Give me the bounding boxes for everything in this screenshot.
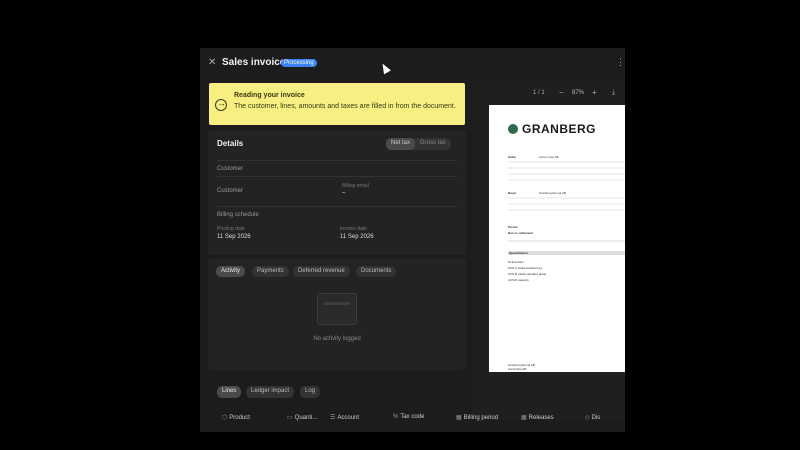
- posting-date-label: Posting date: [217, 226, 245, 232]
- arrow-right-circle-icon: [215, 98, 227, 111]
- box-icon: ▭: [287, 415, 293, 421]
- column-discount[interactable]: ◇ Dis: [585, 414, 600, 421]
- calendar-icon: ▦: [456, 415, 462, 421]
- period-label: Period: [508, 225, 518, 229]
- tab-ledger-impact[interactable]: Ledger impact: [246, 386, 295, 398]
- tab-deferred-revenue[interactable]: Deferred revenue: [293, 266, 350, 277]
- billing-email-value[interactable]: –: [342, 190, 345, 196]
- more-vertical-icon[interactable]: ⋮: [616, 57, 625, 68]
- product-icon: ⬡: [222, 415, 228, 421]
- column-label: Releases: [528, 415, 554, 421]
- document-preview: 1 / 1 − 87% + ⤓ GRANBERG Seller Acme Cor…: [472, 80, 625, 420]
- page-title: Sales invoice: [222, 57, 286, 68]
- banner-title: Reading your invoice: [234, 92, 305, 99]
- divider: [217, 206, 457, 207]
- banner-text: The customer, lines, amounts and taxes a…: [234, 103, 456, 110]
- text-block: [508, 197, 625, 199]
- text-block: [508, 240, 625, 242]
- zoom-in-button[interactable]: +: [592, 88, 597, 97]
- spec-row: Deliveration: [508, 260, 524, 264]
- calendar-icon: ▦: [521, 415, 527, 421]
- empty-state-text: No activity logged: [313, 336, 361, 342]
- tax-toggle[interactable]: Net tax Gross tax: [386, 138, 451, 150]
- divider: [217, 160, 457, 161]
- column-product[interactable]: ⬡ Product: [222, 414, 250, 421]
- spec-row: mPGR capacity: [508, 278, 529, 282]
- spec-label: Specification: [509, 251, 528, 255]
- percent-icon: %: [393, 414, 399, 420]
- divider: [217, 176, 457, 177]
- invoice-date-value[interactable]: 11 Sep 2026: [340, 234, 374, 240]
- customer-section-label: Customer: [217, 166, 244, 172]
- text-block: [508, 209, 625, 211]
- text-block: [508, 179, 625, 181]
- tab-lines[interactable]: Lines: [217, 386, 242, 398]
- footer-line: Kortstudio AB: [508, 367, 527, 371]
- column-label: Billing period: [463, 415, 499, 421]
- download-icon[interactable]: ⤓: [612, 89, 615, 97]
- title-bar: ✕ Sales invoice Processing ⋮: [200, 48, 625, 78]
- buyer-label: Buyer: [508, 191, 517, 195]
- posting-date-value[interactable]: 11 Sep 2026: [217, 234, 251, 240]
- billing-email-label: Billing email: [342, 183, 369, 189]
- column-label: Product: [229, 415, 250, 421]
- details-title: Details: [217, 139, 244, 148]
- zoom-out-button[interactable]: −: [559, 88, 564, 97]
- net-tax-option[interactable]: Net tax: [386, 138, 416, 150]
- spec-row: PCR B rattila-standard gbate: [508, 272, 547, 276]
- customer-field-label[interactable]: Customer: [217, 188, 243, 194]
- column-label: Tax code: [400, 414, 425, 420]
- status-badge: Processing: [281, 59, 317, 67]
- column-releases[interactable]: ▦ Releases: [521, 414, 554, 421]
- text-block: [508, 167, 625, 169]
- left-panel: Reading your invoice The customer, lines…: [208, 80, 466, 410]
- buyer-name: Granberg Energi AB: [539, 191, 566, 195]
- column-label: Dis: [591, 415, 601, 421]
- column-account[interactable]: ☰ Account: [330, 414, 359, 421]
- column-tax-code[interactable]: % Tax code: [393, 414, 424, 420]
- company-logo-text: GRANBERG: [522, 122, 597, 136]
- tab-documents[interactable]: Documents: [356, 266, 397, 277]
- empty-state-icon: [317, 293, 357, 325]
- close-icon[interactable]: ✕: [208, 57, 216, 68]
- tab-log[interactable]: Log: [300, 386, 321, 398]
- seller-label: Seller: [508, 155, 517, 159]
- spec-row: PCR A rattila-standard ga: [508, 266, 542, 270]
- seller-name: Acme Corp AB: [539, 155, 559, 159]
- due-label: Due to settlement: [508, 231, 534, 235]
- logo-icon: [508, 124, 518, 134]
- invoice-page: GRANBERG Seller Acme Corp AB Buyer Granb…: [489, 105, 625, 372]
- column-label: Quanti...: [294, 415, 318, 421]
- reading-banner: Reading your invoice The customer, lines…: [209, 83, 465, 125]
- activity-card: Activity Payments Deferred revenue Docum…: [208, 258, 466, 370]
- lines-section: Lines Ledger impact Log ⬡ Product ▭ Quanti…: [208, 384, 625, 432]
- invoice-date-label: Invoice date: [340, 226, 367, 232]
- text-block: [508, 161, 625, 163]
- gross-tax-option[interactable]: Gross tax: [415, 138, 451, 150]
- tag-icon: ◇: [585, 415, 590, 421]
- preview-toolbar: 1 / 1 − 87% + ⤓: [472, 80, 625, 102]
- zoom-level: 87%: [572, 90, 585, 96]
- text-block: [508, 203, 625, 205]
- tab-activity[interactable]: Activity: [216, 266, 246, 277]
- column-label: Account: [337, 415, 360, 421]
- details-card: Details Net tax Gross tax Customer Custo…: [208, 130, 466, 255]
- tab-payments[interactable]: Payments: [252, 266, 289, 277]
- billing-schedule-label: Billing schedule: [217, 212, 259, 218]
- sales-invoice-window: ✕ Sales invoice Processing ⋮ Reading you…: [200, 48, 625, 432]
- text-block: [508, 173, 625, 175]
- page-indicator: 1 / 1: [533, 90, 545, 96]
- column-quantity[interactable]: ▭ Quanti...: [287, 414, 317, 421]
- list-icon: ☰: [330, 415, 336, 421]
- column-billing-period[interactable]: ▦ Billing period: [456, 414, 498, 421]
